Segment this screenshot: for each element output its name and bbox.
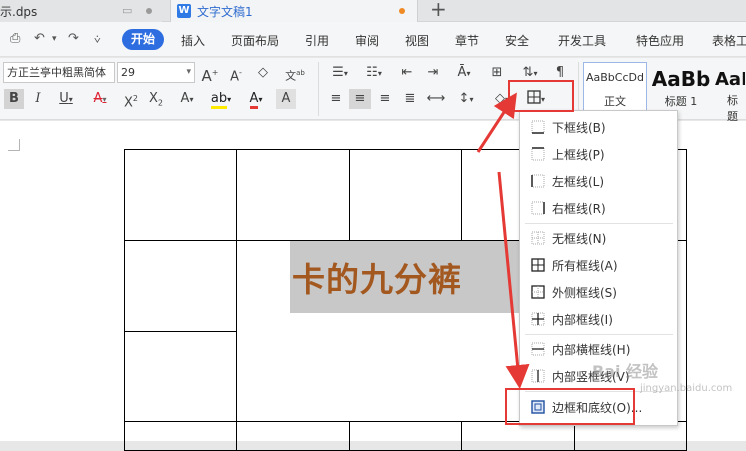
arrow-to-borders-shading <box>497 171 530 389</box>
arrow-to-borders-button <box>476 92 517 153</box>
watermark-logo: Bai 经验 <box>592 362 659 381</box>
watermark-url: jingyan.baidu.com <box>640 383 733 394</box>
